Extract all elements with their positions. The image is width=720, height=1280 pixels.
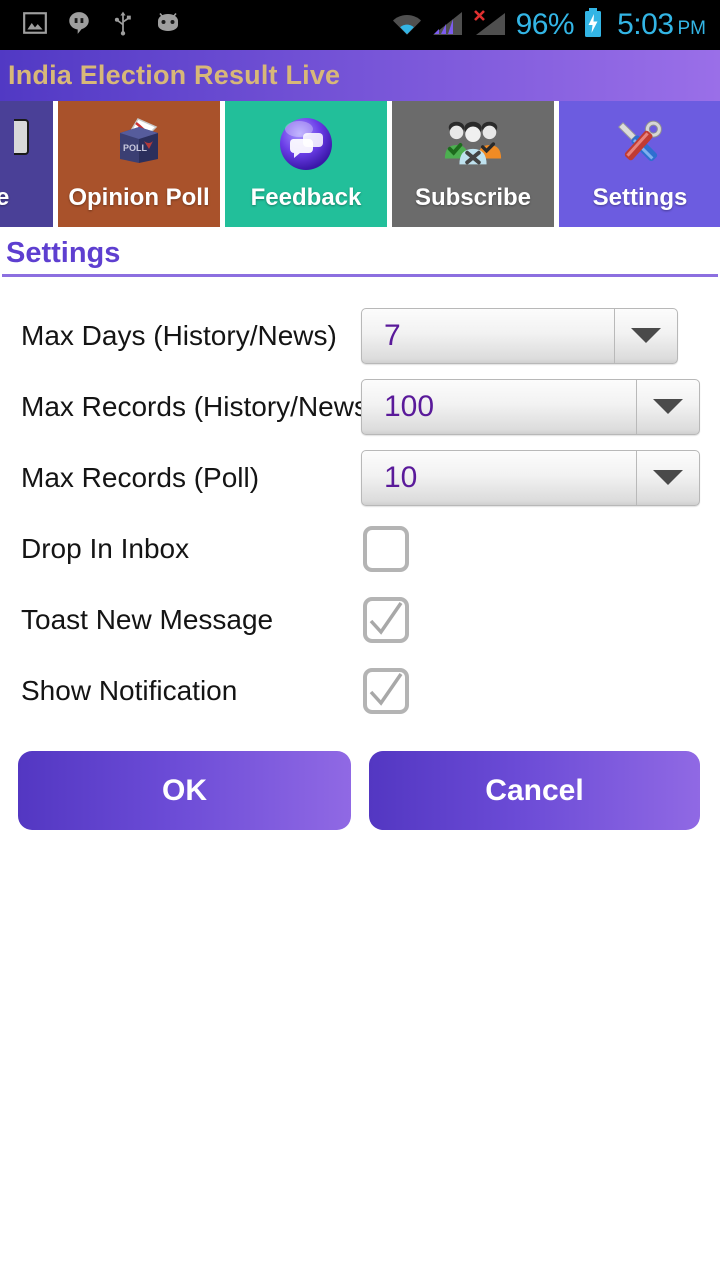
row-drop-in-inbox-label: Drop In Inbox bbox=[21, 532, 190, 564]
screenshot-image-icon bbox=[22, 10, 48, 41]
row-show-notification-label: Show Notification bbox=[21, 674, 238, 706]
tab-strip[interactable]: e POLL Opinion Poll Feedback Subscribe S… bbox=[0, 101, 720, 227]
toast-new-message-checkbox[interactable] bbox=[363, 596, 409, 643]
wifi-icon bbox=[391, 10, 423, 41]
tab-subscribe[interactable]: Subscribe bbox=[392, 101, 554, 227]
tab-opinion-poll-label: Opinion Poll bbox=[68, 184, 210, 211]
max-records-history-spinner[interactable]: 100 bbox=[361, 378, 700, 435]
max-records-history-value: 100 bbox=[384, 389, 435, 423]
battery-percent-label: 96% bbox=[515, 8, 575, 41]
settings-section-header: Settings bbox=[0, 227, 720, 277]
page-title: Settings bbox=[6, 237, 121, 269]
ok-button[interactable]: OK bbox=[18, 751, 351, 830]
checkmark-icon bbox=[369, 672, 403, 706]
row-show-notification: Show Notification bbox=[0, 655, 720, 726]
screwdriver-wrench-icon bbox=[608, 112, 672, 176]
usb-icon bbox=[110, 10, 136, 41]
row-max-days: Max Days (History/News) 7 bbox=[0, 300, 720, 371]
row-max-records-poll: Max Records (Poll) 10 bbox=[0, 442, 720, 513]
partial-tab-icon bbox=[0, 112, 53, 176]
chevron-down-icon[interactable] bbox=[615, 309, 677, 363]
row-drop-in-inbox: Drop In Inbox bbox=[0, 513, 720, 584]
chevron-down-icon[interactable] bbox=[637, 380, 699, 434]
chevron-down-icon[interactable] bbox=[637, 451, 699, 505]
checkmark-icon bbox=[369, 601, 403, 635]
ballot-box-icon: POLL bbox=[107, 112, 171, 176]
app-title: India Election Result Live bbox=[8, 60, 341, 90]
show-notification-checkbox[interactable] bbox=[363, 667, 409, 714]
battery-charging-icon bbox=[583, 7, 603, 43]
android-mascot-icon bbox=[154, 10, 182, 41]
row-max-records-history-label: Max Records (History/News) bbox=[21, 390, 378, 422]
max-days-value: 7 bbox=[384, 318, 401, 352]
row-toast-new-message: Toast New Message bbox=[0, 584, 720, 655]
hangouts-icon bbox=[66, 10, 92, 41]
settings-form: Max Days (History/News) 7 Max Records (H… bbox=[0, 300, 720, 726]
tab-subscribe-label: Subscribe bbox=[414, 184, 532, 211]
tab-partial-left[interactable]: e bbox=[0, 101, 53, 227]
max-days-spinner[interactable]: 7 bbox=[361, 307, 678, 364]
app-title-bar: India Election Result Live bbox=[0, 50, 720, 101]
svg-text:POLL: POLL bbox=[123, 143, 148, 153]
row-toast-new-message-label: Toast New Message bbox=[21, 603, 274, 635]
max-records-poll-spinner[interactable]: 10 bbox=[361, 449, 700, 506]
tab-feedback[interactable]: Feedback bbox=[225, 101, 387, 227]
tab-settings-label: Settings bbox=[592, 184, 688, 211]
row-max-records-history: Max Records (History/News) 100 bbox=[0, 371, 720, 442]
speech-bubbles-orb-icon bbox=[274, 112, 338, 176]
signal-bars-no-sim-icon bbox=[473, 9, 507, 41]
clock: 5:03 PM bbox=[617, 10, 706, 40]
status-bar-left-icons bbox=[0, 10, 182, 41]
cancel-button[interactable]: Cancel bbox=[369, 751, 700, 830]
users-group-icon bbox=[441, 112, 505, 176]
row-max-days-label: Max Days (History/News) bbox=[21, 319, 337, 351]
tab-feedback-label: Feedback bbox=[250, 184, 362, 211]
max-records-poll-value: 10 bbox=[384, 460, 418, 494]
status-bar: 96% 5:03 PM bbox=[0, 0, 720, 50]
clock-ampm: PM bbox=[677, 18, 707, 39]
section-divider bbox=[2, 274, 718, 277]
tab-partial-left-label: e bbox=[0, 184, 10, 211]
clock-time: 5:03 bbox=[617, 8, 674, 41]
signal-bars-icon bbox=[432, 10, 464, 41]
tab-opinion-poll[interactable]: POLL Opinion Poll bbox=[58, 101, 220, 227]
dialog-buttons: OK Cancel bbox=[0, 751, 720, 831]
status-bar-right-icons: 96% 5:03 PM bbox=[391, 7, 720, 43]
drop-in-inbox-checkbox[interactable] bbox=[363, 525, 409, 572]
tab-settings[interactable]: Settings bbox=[559, 101, 720, 227]
row-max-records-poll-label: Max Records (Poll) bbox=[21, 461, 260, 493]
